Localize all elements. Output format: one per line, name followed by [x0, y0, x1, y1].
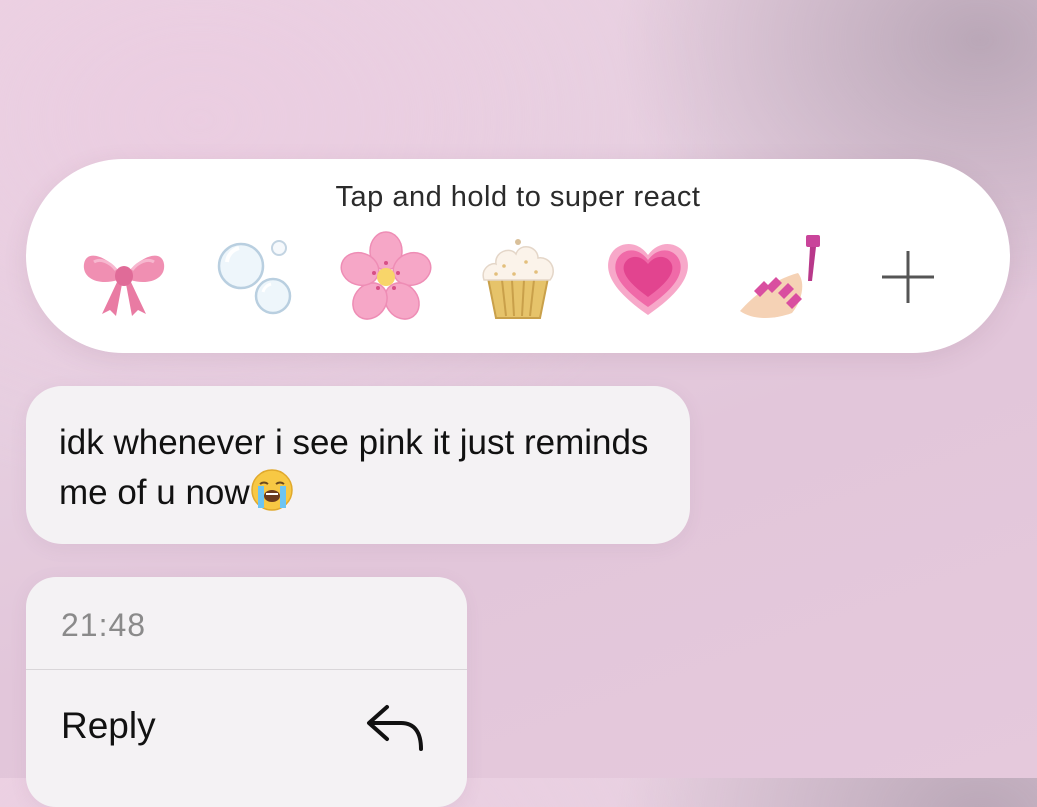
plus-icon [882, 251, 934, 303]
cupcake-icon [482, 239, 554, 319]
react-ribbon-bow-button[interactable] [76, 229, 172, 325]
cherry-blossom-icon [340, 231, 432, 320]
reply-arrow-icon [367, 705, 423, 751]
react-growing-heart-button[interactable] [600, 229, 696, 325]
nail-polish-icon [740, 235, 820, 318]
message-text-block: idk whenever i see pink it just reminds … [59, 418, 669, 518]
reaction-hint: Tap and hold to super react [335, 181, 701, 213]
reply-menu-item[interactable]: Reply [26, 670, 467, 790]
react-bubbles-button[interactable] [208, 229, 304, 325]
reply-label: Reply [61, 705, 156, 746]
more-reactions-button[interactable] [860, 229, 956, 325]
message-bubble[interactable]: idk whenever i see pink it just reminds … [26, 386, 690, 544]
ribbon-bow-icon [83, 255, 165, 316]
emoji-row [26, 229, 1010, 325]
react-nail-polish-button[interactable] [734, 229, 830, 325]
reaction-bar: Tap and hold to super react [26, 159, 1010, 353]
message-context-menu: 21:48 Reply [26, 577, 467, 807]
bubbles-icon [217, 240, 292, 315]
message-timestamp: 21:48 [61, 607, 147, 643]
react-cherry-blossom-button[interactable] [338, 229, 434, 325]
loudly-crying-face-icon [250, 469, 293, 511]
growing-heart-icon [608, 243, 688, 315]
react-cupcake-button[interactable] [470, 229, 566, 325]
message-text: idk whenever i see pink it just reminds … [59, 423, 649, 512]
